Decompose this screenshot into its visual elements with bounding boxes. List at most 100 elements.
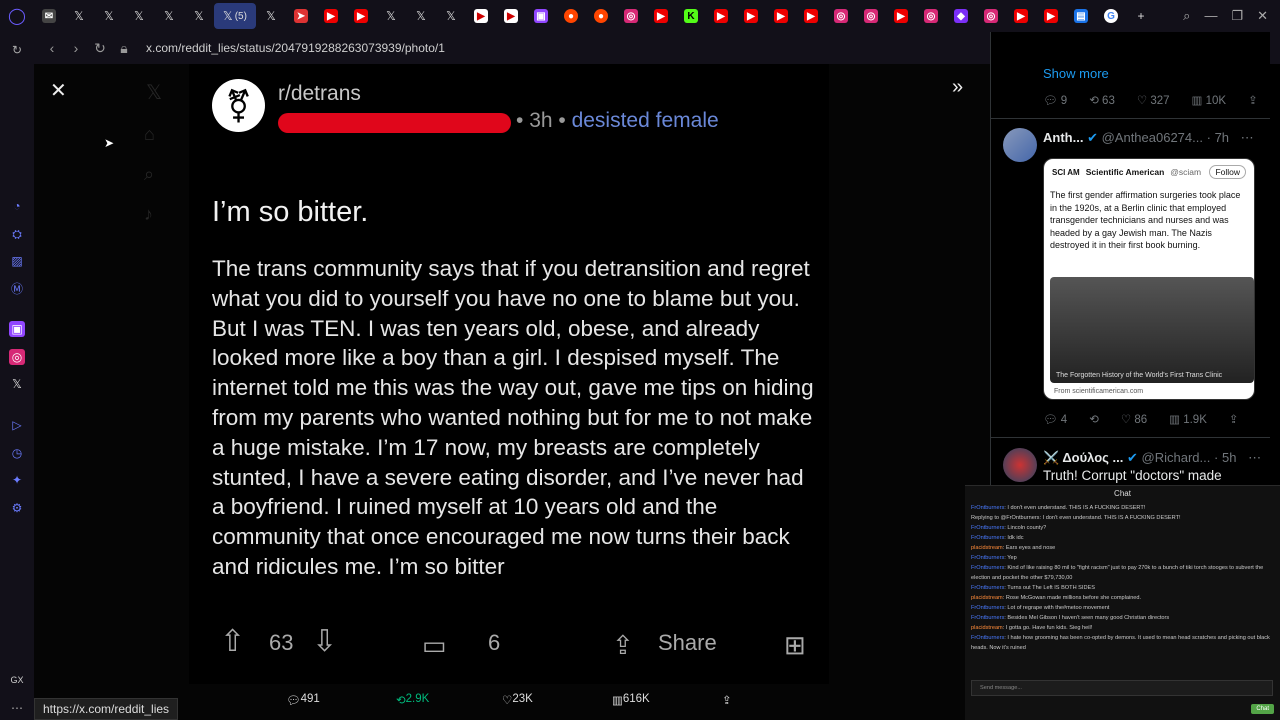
chat-username[interactable]: placidstream [971, 545, 1003, 551]
author-handle[interactable]: @Anthea06274... [1102, 130, 1203, 145]
repost-count[interactable]: ⟲ 2.9K [396, 693, 429, 707]
close-photo-button[interactable]: ✕ [50, 78, 67, 103]
embedded-tweet-image[interactable]: SCI AM Scientific American @sciam Follow… [1043, 158, 1255, 400]
back-icon[interactable]: ‹ [40, 40, 64, 56]
more-icon[interactable]: ⋯ [9, 700, 25, 716]
repost-count[interactable]: ⟲ 63 [1089, 93, 1115, 107]
tab[interactable]: ✉ [34, 3, 64, 29]
url-field[interactable]: x.com/reddit_lies/status/204791928826307… [146, 41, 445, 55]
tab[interactable]: ▶ [736, 3, 766, 29]
sidebar-icon[interactable]: Ⓜ [9, 280, 25, 296]
chat-username[interactable]: FrOntburners [971, 565, 1004, 571]
more-icon[interactable]: ⋯ [1248, 450, 1261, 465]
tab[interactable]: 𝕏 [124, 3, 154, 29]
chat-username[interactable]: placidstream [971, 625, 1003, 631]
author-name[interactable]: Anth... [1043, 130, 1083, 145]
tab[interactable]: ▶ [1006, 3, 1036, 29]
tab[interactable]: ▶ [466, 3, 496, 29]
sidebar-icon[interactable]: ⛭ [9, 226, 25, 242]
expand-panel-button[interactable]: » [952, 76, 963, 99]
tab[interactable]: ◎ [916, 3, 946, 29]
tab[interactable]: G [1096, 3, 1126, 29]
tab[interactable]: ▶ [316, 3, 346, 29]
tab[interactable]: 𝕏 [154, 3, 184, 29]
view-count[interactable]: ▥ 1.9K [1169, 412, 1207, 426]
tab[interactable]: 𝕏 [94, 3, 124, 29]
maximize-icon[interactable]: ❐ [1231, 8, 1243, 24]
reply-count[interactable]: 💬︎ 491 [286, 693, 320, 707]
tab[interactable]: 𝕏 [184, 3, 214, 29]
tab[interactable]: ▶ [766, 3, 796, 29]
show-more-link[interactable]: Show more [1043, 66, 1109, 81]
twitch-icon[interactable]: ▣ [9, 321, 25, 337]
view-count[interactable]: ▥ 10K [1192, 93, 1227, 107]
avatar[interactable] [1003, 448, 1037, 482]
tab[interactable]: 𝕏 [256, 3, 286, 29]
reply-count[interactable]: 💬︎ 4 [1043, 412, 1067, 426]
tab[interactable]: ◎ [616, 3, 646, 29]
tab[interactable]: ▶ [1036, 3, 1066, 29]
tab[interactable]: ▤ [1066, 3, 1096, 29]
repost-icon[interactable]: ⟲ [1089, 412, 1099, 426]
tab[interactable]: ➤ [286, 3, 316, 29]
tab[interactable]: 𝕏 [406, 3, 436, 29]
opera-gx-logo-icon[interactable]: ◯ [0, 0, 34, 32]
player-icon[interactable]: ▷ [9, 417, 25, 433]
view-count[interactable]: ▥ 616K [612, 693, 650, 707]
like-count[interactable]: ♡ 86 [1121, 412, 1147, 426]
tab[interactable]: ◎ [856, 3, 886, 29]
tab[interactable]: ◎ [826, 3, 856, 29]
author-handle[interactable]: @Richard... [1142, 450, 1211, 465]
chat-username[interactable]: FrOntburners [971, 635, 1004, 641]
tab[interactable]: ▣ [526, 3, 556, 29]
x-icon[interactable]: 𝕏 [9, 376, 25, 392]
chat-username[interactable]: FrOntburners [971, 535, 1004, 541]
chat-username[interactable]: FrOntburners [971, 505, 1004, 511]
chat-username[interactable]: placidstream [971, 595, 1003, 601]
tab[interactable]: ▶ [346, 3, 376, 29]
tab[interactable]: ▶ [646, 3, 676, 29]
tab[interactable]: ◆ [946, 3, 976, 29]
sidebar-icon[interactable]: ◔ [9, 198, 25, 214]
new-tab-button[interactable]: + [1126, 3, 1156, 29]
tab[interactable]: ▶ [886, 3, 916, 29]
tab[interactable]: ▶ [496, 3, 526, 29]
tab[interactable]: K [676, 3, 706, 29]
reply-count[interactable]: 💬︎ 9 [1043, 93, 1067, 107]
minimize-icon[interactable]: — [1204, 8, 1217, 24]
reload-icon[interactable]: ↻ [88, 40, 112, 57]
like-count[interactable]: ♡ 327 [1137, 93, 1170, 107]
search-icon[interactable]: ⌕ [1183, 8, 1190, 24]
chat-input[interactable]: Send message... [971, 680, 1273, 696]
history-icon[interactable]: ◷ [9, 445, 25, 461]
forward-icon[interactable]: › [64, 40, 88, 56]
chat-username[interactable]: FrOntburners [971, 615, 1004, 621]
tab[interactable]: 𝕏 [64, 3, 94, 29]
avatar[interactable] [1003, 128, 1037, 162]
chat-username[interactable]: FrOntburners [971, 585, 1004, 591]
share-icon[interactable]: ⇪ [1229, 412, 1239, 426]
chat-username[interactable]: FrOntburners [971, 525, 1004, 531]
extensions-icon[interactable]: ✦ [9, 472, 25, 488]
tab[interactable]: ▶ [796, 3, 826, 29]
tab[interactable]: 𝕏 [376, 3, 406, 29]
chat-send-button[interactable]: Chat [1251, 704, 1274, 714]
tab[interactable]: ● [586, 3, 616, 29]
tab[interactable]: ◎ [976, 3, 1006, 29]
tab[interactable]: ▶ [706, 3, 736, 29]
tab[interactable]: ● [556, 3, 586, 29]
more-icon[interactable]: ⋯ [1241, 130, 1254, 145]
chat-username[interactable]: FrOntburners [971, 555, 1004, 561]
sidebar-icon[interactable]: ▨ [9, 253, 25, 269]
chat-username[interactable]: FrOntburners [971, 605, 1004, 611]
share-icon[interactable]: ⇪ [1248, 93, 1258, 107]
instagram-icon[interactable]: ◎ [9, 349, 25, 365]
close-window-icon[interactable]: ✕ [1257, 8, 1268, 24]
tab[interactable]: 𝕏 [436, 3, 466, 29]
settings-icon[interactable]: ⚙ [9, 500, 25, 516]
share-icon[interactable]: ⇪ [722, 693, 732, 707]
like-count[interactable]: ♡ 23K [502, 693, 533, 707]
tab-active[interactable]: 𝕏 (5) [214, 3, 256, 29]
reload-icon[interactable]: ↻ [9, 42, 25, 58]
author-name[interactable]: ⚔️ Δούλος ... [1043, 450, 1123, 465]
